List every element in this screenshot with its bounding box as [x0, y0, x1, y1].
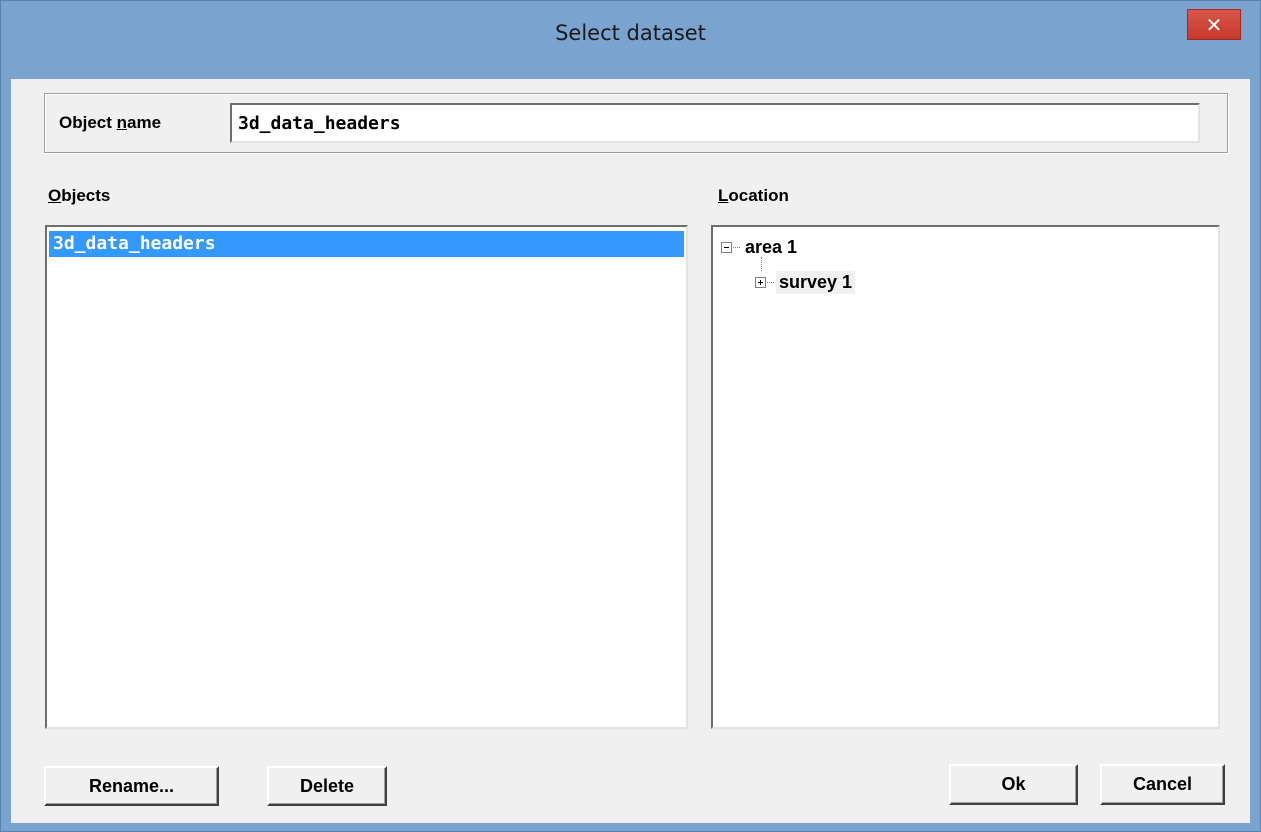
dialog-window: Select dataset ✕ Object name Objects Loc…: [0, 0, 1261, 832]
tree-node-label[interactable]: survey 1: [776, 270, 856, 294]
plus-box-icon[interactable]: [755, 276, 766, 288]
tree-connector: [733, 246, 740, 248]
cancel-button[interactable]: Cancel: [1100, 764, 1225, 805]
ok-button[interactable]: Ok: [949, 764, 1078, 805]
close-icon: ✕: [1205, 12, 1223, 37]
objects-label: Objects: [48, 186, 111, 205]
location-label: Location: [718, 186, 789, 205]
location-tree[interactable]: area 1 survey 1: [711, 225, 1220, 729]
object-name-group: Object name: [44, 93, 1228, 153]
object-name-input[interactable]: [230, 103, 1200, 143]
list-item[interactable]: 3d_data_headers: [49, 231, 684, 257]
objects-listbox[interactable]: 3d_data_headers: [45, 225, 688, 729]
minus-box-icon[interactable]: [721, 241, 732, 253]
dialog-client-area: Object name Objects Location 3d_data_hea…: [11, 79, 1250, 823]
tree-node-survey-1[interactable]: survey 1: [755, 269, 856, 295]
rename-button[interactable]: Rename...: [44, 766, 219, 806]
object-name-label: Object name: [59, 113, 162, 132]
tree-node-label[interactable]: area 1: [742, 236, 800, 259]
tree-connector: [767, 281, 774, 283]
delete-button[interactable]: Delete: [267, 766, 387, 806]
window-title: Select dataset: [555, 21, 706, 45]
close-button[interactable]: ✕: [1187, 9, 1241, 40]
title-bar[interactable]: Select dataset ✕: [1, 1, 1260, 77]
